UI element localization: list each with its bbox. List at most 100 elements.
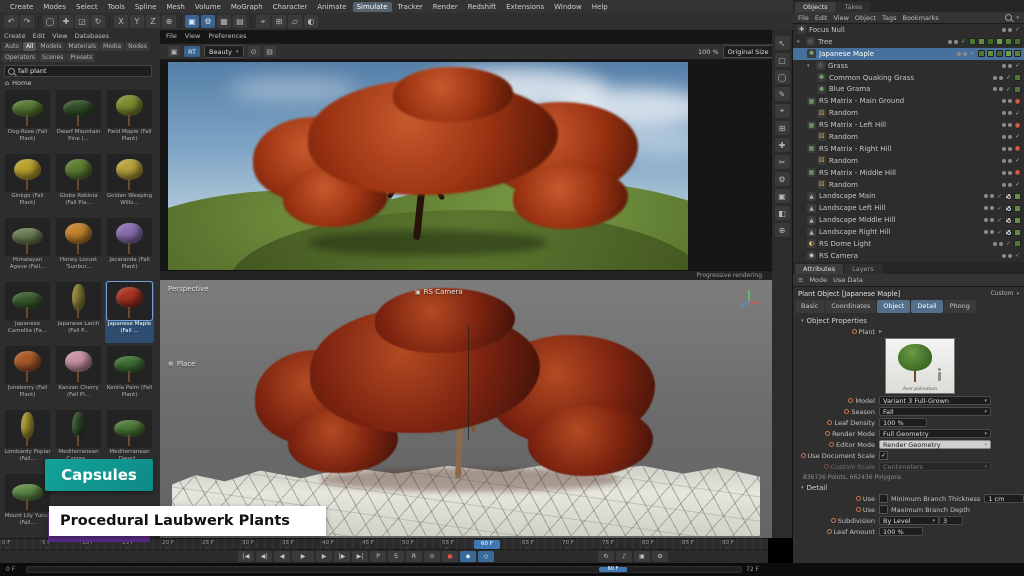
asset-plant-item[interactable]: Golden Weeping Willo... <box>105 153 154 215</box>
visibility-dot[interactable] <box>1008 135 1012 139</box>
toolbar-redo-icon[interactable]: ↷ <box>20 15 34 28</box>
visibility-dot[interactable] <box>999 242 1003 246</box>
value-field[interactable]: 100 % <box>879 527 923 536</box>
visibility-dot[interactable] <box>1002 171 1006 175</box>
object-row[interactable]: ▦RS Matrix - Middle Hill● <box>793 167 1024 179</box>
dropdown[interactable]: Render Geometry▾ <box>879 440 991 449</box>
menu-tools[interactable]: Tools <box>104 2 129 12</box>
dropdown[interactable]: Full Geometry▾ <box>879 429 991 438</box>
visibility-dot[interactable] <box>999 87 1003 91</box>
section-tab-phong[interactable]: Phong <box>944 300 976 313</box>
transport-playback-loop-button[interactable]: ↻ <box>598 551 614 562</box>
material-chip[interactable] <box>1014 50 1021 57</box>
keyframe-dot[interactable] <box>856 507 861 512</box>
transport-preview-render-button[interactable]: ▣ <box>634 551 650 562</box>
transport-record-parameter-button[interactable]: ⊙ <box>424 551 440 562</box>
pass-dropdown[interactable]: Beauty ▾ <box>204 45 243 58</box>
visibility-dot[interactable] <box>957 52 961 56</box>
search-icon[interactable] <box>1005 14 1012 21</box>
visibility-dot[interactable] <box>1008 111 1012 115</box>
toolbar-z-axis-icon[interactable]: Z <box>146 15 160 28</box>
material-chip[interactable] <box>1014 217 1021 224</box>
visibility-dot[interactable] <box>1008 64 1012 68</box>
visibility-dot[interactable] <box>1008 254 1012 258</box>
enable-toggle[interactable]: ● <box>1014 145 1021 152</box>
menu-tracker[interactable]: Tracker <box>394 2 427 12</box>
visibility-dot[interactable] <box>1002 28 1006 32</box>
visibility-dot[interactable] <box>984 194 988 198</box>
keyframe-dot[interactable] <box>856 496 861 501</box>
visibility-dot[interactable] <box>993 242 997 246</box>
visibility-dot[interactable] <box>1002 99 1006 103</box>
dropdown[interactable]: Variant 3 Full-Grown▾ <box>879 396 991 405</box>
search-input[interactable]: fall plant <box>4 65 152 77</box>
value-field[interactable]: 1 cm <box>984 494 1024 503</box>
material-chip[interactable] <box>996 50 1003 57</box>
menu-help[interactable]: Help <box>588 2 612 12</box>
menu-modes[interactable]: Modes <box>39 2 70 12</box>
visibility-dot[interactable] <box>990 194 994 198</box>
visibility-dot[interactable] <box>993 87 997 91</box>
enable-toggle[interactable]: ● <box>1014 122 1021 129</box>
object-row[interactable]: ◉RS Camera✓ <box>793 250 1024 262</box>
tab-media[interactable]: Media <box>100 42 124 51</box>
material-chip[interactable] <box>1014 86 1021 93</box>
keyframe-dot[interactable] <box>827 529 832 534</box>
dropdown[interactable]: Fall▾ <box>879 407 991 416</box>
toolbar-team-render-icon[interactable]: ▤ <box>233 15 247 28</box>
panel-tab-objects[interactable]: Objects <box>795 2 836 12</box>
asset-plant-item[interactable]: Japanese Maple (Fall ... <box>105 281 154 343</box>
toolbar-coordinate-system-icon[interactable]: ⊕ <box>162 15 176 28</box>
object-row[interactable]: ✚Focus Null✓ <box>793 24 1024 36</box>
asset-menu-view[interactable]: View <box>52 32 67 40</box>
object-row[interactable]: ⚄Random✓ <box>793 155 1024 167</box>
enable-toggle[interactable]: ✓ <box>996 229 1003 236</box>
section-tab-object[interactable]: Object <box>877 300 910 313</box>
transport-play-button[interactable]: ▶ <box>292 551 314 562</box>
tool-axis-toggle-icon[interactable]: ⊕ <box>775 223 790 237</box>
visibility-dot[interactable] <box>954 40 958 44</box>
current-frame-marker[interactable]: 60 F <box>474 540 500 549</box>
transport-next-key-button[interactable]: |▶ <box>334 551 350 562</box>
keyframe-dot[interactable] <box>831 518 836 523</box>
asset-plant-item[interactable]: Japanese Camellia (Fa... <box>3 281 52 343</box>
enable-toggle[interactable]: ✓ <box>1005 74 1012 81</box>
tool-settings-icon[interactable]: ⚙ <box>775 172 790 186</box>
transport-prev-key-button[interactable]: ◀| <box>256 551 272 562</box>
transport-record-keyframe-button[interactable]: ● <box>442 551 458 562</box>
menu-animate[interactable]: Animate <box>313 2 350 12</box>
enable-toggle[interactable]: ✓ <box>1014 157 1021 164</box>
material-chip[interactable] <box>1005 229 1012 236</box>
compare-icon[interactable]: ▤ <box>264 46 276 57</box>
asset-plant-item[interactable]: Dwarf Mountain Pine (... <box>54 89 103 151</box>
material-chip[interactable] <box>1014 240 1021 247</box>
visibility-dot[interactable] <box>984 206 988 210</box>
checkbox[interactable] <box>879 494 888 503</box>
object-row[interactable]: ✽Blue Grama✓ <box>793 83 1024 95</box>
visibility-dot[interactable] <box>1002 111 1006 115</box>
enable-toggle[interactable]: ✓ <box>1014 62 1021 69</box>
visibility-dot[interactable] <box>984 230 988 234</box>
tab-operators[interactable]: Operators <box>2 53 38 62</box>
toolbar-magnet-icon[interactable]: ◐ <box>304 15 318 28</box>
transport-prev-frame-button[interactable]: ◀ <box>274 551 290 562</box>
enable-toggle[interactable]: ✓ <box>996 217 1003 224</box>
material-chip[interactable] <box>1014 229 1021 236</box>
range-start[interactable]: 0 F <box>6 566 15 573</box>
power-slider-track[interactable]: 60 F <box>26 566 742 573</box>
object-row[interactable]: ▲Landscape Middle Hill✓ <box>793 214 1024 226</box>
toolbar-grid-icon[interactable]: ⊞ <box>272 15 286 28</box>
material-chip[interactable] <box>1005 205 1012 212</box>
visibility-dot[interactable] <box>1002 183 1006 187</box>
visibility-dot[interactable] <box>1008 183 1012 187</box>
tab-nodes[interactable]: Nodes <box>125 42 150 51</box>
asset-plant-item[interactable]: Kanzan Cherry (Fall Pl... <box>54 345 103 407</box>
panel-tab-attributes[interactable]: Attributes <box>795 264 843 274</box>
enable-toggle[interactable]: ● <box>1014 98 1021 105</box>
tool-circle-select-icon[interactable]: ◯ <box>775 70 790 84</box>
dropdown[interactable]: Centimeters▾ <box>879 462 991 471</box>
tool-cut-icon[interactable]: ✂ <box>775 155 790 169</box>
toolbar-scale-icon[interactable]: ◲ <box>75 15 89 28</box>
visibility-dot[interactable] <box>1002 123 1006 127</box>
toolbar-x-axis-icon[interactable]: X <box>114 15 128 28</box>
